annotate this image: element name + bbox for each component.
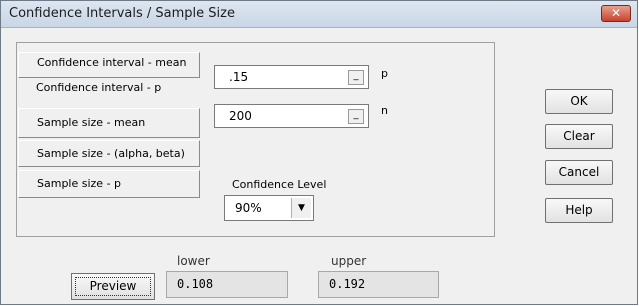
preview-button[interactable]: Preview	[71, 273, 155, 300]
mode-ci-mean-button[interactable]: Confidence interval - mean	[18, 52, 200, 78]
confidence-level-select[interactable]: 90% ▼	[224, 195, 314, 221]
confidence-level-label: Confidence Level	[232, 178, 327, 191]
clear-button[interactable]: Clear	[545, 124, 613, 149]
mode-label: Confidence interval - mean	[37, 56, 187, 69]
confidence-level-value: 90%	[235, 201, 262, 215]
p-label: p	[381, 67, 388, 80]
upper-label: upper	[331, 254, 367, 268]
preview-button-label: Preview	[75, 277, 151, 296]
p-spin-button[interactable]: _	[348, 70, 364, 85]
mode-sample-size-alpha-beta-button[interactable]: Sample size - (alpha, beta)	[18, 140, 200, 167]
mode-label: Sample size - p	[37, 177, 122, 190]
mode-sample-size-mean-button[interactable]: Sample size - mean	[18, 108, 200, 138]
mode-ci-p-button[interactable]: Confidence interval - p	[18, 78, 200, 98]
n-input-value: 200	[229, 109, 252, 123]
lower-output: 0.108	[166, 271, 288, 298]
mode-sample-size-p-button[interactable]: Sample size - p	[18, 170, 200, 198]
n-label: n	[381, 104, 388, 117]
window-title: Confidence Intervals / Sample Size	[9, 6, 235, 21]
n-input[interactable]: 200 _	[214, 104, 369, 128]
cancel-button[interactable]: Cancel	[545, 160, 613, 185]
mode-label: Sample size - (alpha, beta)	[37, 147, 185, 160]
chevron-down-icon[interactable]: ▼	[291, 198, 311, 218]
help-button[interactable]: Help	[545, 198, 613, 223]
n-spin-button[interactable]: _	[348, 109, 364, 124]
mode-label: Sample size - mean	[37, 116, 146, 129]
lower-label: lower	[177, 254, 210, 268]
title-bar: Confidence Intervals / Sample Size ✕	[1, 1, 637, 28]
p-input[interactable]: .15 _	[214, 65, 369, 89]
close-icon[interactable]: ✕	[601, 5, 631, 22]
mode-label: Confidence interval - p	[36, 81, 162, 94]
upper-output: 0.192	[318, 271, 439, 298]
p-input-value: .15	[229, 70, 249, 84]
ok-button[interactable]: OK	[545, 89, 613, 114]
